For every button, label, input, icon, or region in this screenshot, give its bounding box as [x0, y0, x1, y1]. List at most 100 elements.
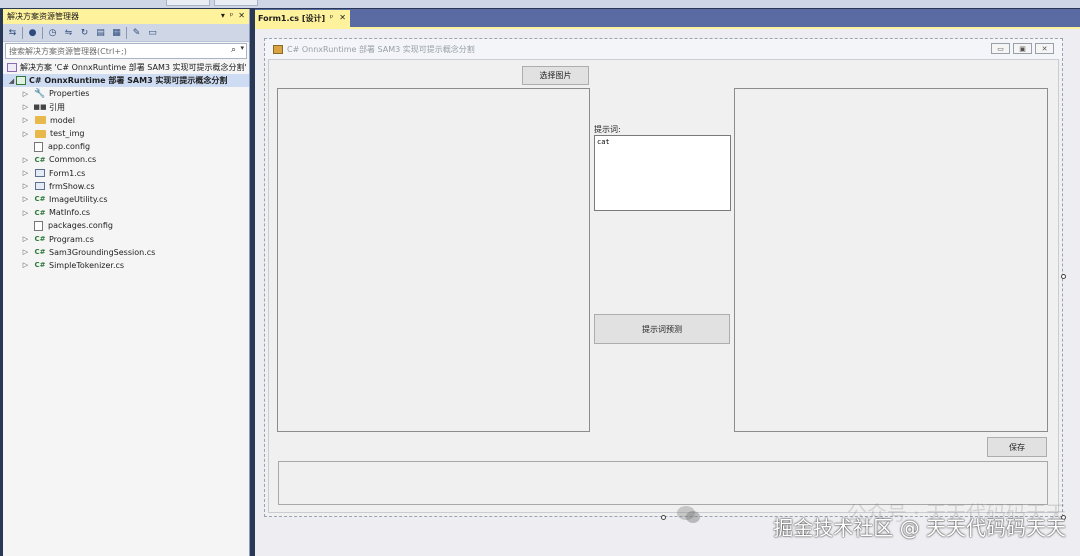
tree-item-label: packages.config [48, 221, 113, 231]
toolbar-separator [22, 26, 23, 39]
tree-item-label: MatInfo.cs [49, 208, 91, 218]
search-placeholder: 搜索解决方案资源管理器(Ctrl+;) [9, 46, 127, 56]
expand-arrow-icon[interactable]: ▷ [21, 130, 30, 138]
close-tab-icon[interactable]: ✕ [339, 13, 346, 22]
source-image-box [277, 88, 590, 432]
solution-tree: 解决方案 'C# OnnxRuntime 部署 SAM3 实现可提示概念分割' … [3, 61, 249, 272]
prompt-predict-button[interactable]: 提示词预测 [594, 314, 730, 344]
form-title-bar: C# OnnxRuntime 部署 SAM3 实现可提示概念分割 ▭ ▣ ✕ [265, 39, 1062, 59]
expand-arrow-icon[interactable]: ▷ [21, 235, 30, 243]
expand-arrow-icon[interactable]: ▷ [21, 195, 30, 203]
csharp-file-icon: C# [34, 248, 46, 257]
close-icon[interactable]: ✕ [1035, 43, 1054, 54]
collapse-all-icon[interactable]: ▤ [94, 26, 107, 39]
search-options-icon[interactable]: ▾ [240, 44, 244, 52]
resize-handle[interactable] [661, 515, 666, 520]
prompt-textbox[interactable]: cat [594, 135, 731, 211]
sync-active-document-icon[interactable]: ⇋ [62, 26, 75, 39]
folder-icon [35, 116, 46, 125]
form-file-icon [35, 169, 45, 178]
form-app-icon [273, 44, 283, 54]
expand-arrow-icon[interactable]: ▷ [21, 169, 30, 177]
watermark-line-2: 掘金技术社区 @ 天天代码码天天 [773, 516, 1066, 540]
pending-changes-filter-icon[interactable]: ◷ [46, 26, 59, 39]
tree-item-label: C# OnnxRuntime 部署 SAM3 实现可提示概念分割 [29, 76, 228, 86]
close-icon[interactable]: ✕ [238, 11, 245, 20]
form-title: C# OnnxRuntime 部署 SAM3 实现可提示概念分割 [287, 44, 475, 54]
dropdown-icon[interactable]: ▾ [221, 11, 225, 20]
folder-icon [35, 129, 46, 138]
tree-item-label: Form1.cs [49, 168, 86, 178]
result-image-box [734, 88, 1048, 432]
expand-arrow-icon[interactable]: ▷ [21, 209, 30, 217]
tab-label: Form1.cs [设计] [258, 14, 326, 23]
solution-search-input[interactable]: 搜索解决方案资源管理器(Ctrl+;) ⌕ ▾ [5, 43, 247, 59]
config-file-icon [34, 141, 43, 152]
tab-form1-designer[interactable]: Form1.cs [设计] ᵖ ✕ [255, 10, 350, 27]
tree-item-imageutility-cs[interactable]: ▷ C# ImageUtility.cs [3, 193, 249, 206]
tree-item-simpletokenizer-cs[interactable]: ▷ C# SimpleTokenizer.cs [3, 259, 249, 272]
wrench-icon: 🔧 [34, 88, 46, 99]
solution-explorer-title-bar: 解决方案资源管理器 ▾ ᵖ ✕ [3, 9, 249, 24]
tree-item-packages-config[interactable]: packages.config [3, 219, 249, 232]
save-button[interactable]: 保存 [987, 437, 1047, 457]
expand-arrow-icon[interactable]: ▷ [21, 116, 30, 124]
toolbar-separator [42, 26, 43, 39]
tree-item-label: model [50, 115, 75, 125]
csharp-file-icon: C# [34, 155, 46, 164]
tree-item-form1-cs[interactable]: ▷ Form1.cs [3, 167, 249, 180]
expand-arrow-icon[interactable]: ▷ [21, 261, 30, 269]
document-tab-bar: Form1.cs [设计] ᵖ ✕ [255, 9, 1080, 27]
tree-item-label: SimpleTokenizer.cs [49, 260, 125, 270]
csharp-project-icon [16, 76, 26, 86]
wechat-logo-icon [677, 506, 700, 523]
tree-item-test-img[interactable]: ▷ test_img [3, 127, 249, 140]
tree-item-label: 解决方案 'C# OnnxRuntime 部署 SAM3 实现可提示概念分割' [20, 63, 247, 73]
show-all-files-icon[interactable]: ▦ [110, 26, 123, 39]
expand-arrow-icon[interactable]: ▷ [21, 156, 30, 164]
tree-item-program-cs[interactable]: ▷ C# Program.cs [3, 232, 249, 245]
properties-wrench-icon[interactable]: ✎ [130, 26, 143, 39]
csharp-file-icon: C# [34, 208, 46, 217]
tree-item-label: test_img [50, 129, 85, 139]
collapse-arrow-icon[interactable]: ◢ [7, 77, 16, 85]
tree-item-references[interactable]: ▷ ■■ 引用 [3, 101, 249, 114]
github-icon[interactable]: ● [26, 26, 39, 39]
tree-item-label: frmShow.cs [49, 181, 95, 191]
csharp-file-icon: C# [34, 235, 46, 244]
tree-item-label: Program.cs [49, 234, 94, 244]
search-icon[interactable]: ⌕ [231, 45, 236, 55]
pin-icon[interactable]: ᵖ [330, 13, 333, 22]
tree-item-matinfo-cs[interactable]: ▷ C# MatInfo.cs [3, 206, 249, 219]
tree-item-label: app.config [48, 142, 91, 152]
tree-item-common-cs[interactable]: ▷ C# Common.cs [3, 153, 249, 166]
expand-arrow-icon[interactable]: ▷ [21, 90, 30, 98]
select-image-button[interactable]: 选择图片 [522, 66, 589, 85]
preview-icon[interactable]: ▭ [146, 26, 159, 39]
tree-item-frmshow-cs[interactable]: ▷ frmShow.cs [3, 180, 249, 193]
tree-item-project[interactable]: ◢ C# OnnxRuntime 部署 SAM3 实现可提示概念分割 [3, 74, 249, 88]
expand-arrow-icon[interactable]: ▷ [21, 103, 30, 111]
resize-handle[interactable] [1061, 274, 1066, 279]
solution-explorer-title: 解决方案资源管理器 [7, 12, 79, 21]
tree-item-sam3groundingsession-cs[interactable]: ▷ C# Sam3GroundingSession.cs [3, 246, 249, 259]
tree-item-properties[interactable]: ▷ 🔧 Properties [3, 87, 249, 100]
tree-item-label: Common.cs [49, 155, 97, 165]
tree-item-label: 引用 [49, 102, 65, 112]
expand-arrow-icon[interactable]: ▷ [21, 182, 30, 190]
tree-item-label: Sam3GroundingSession.cs [49, 247, 156, 257]
switch-views-icon[interactable]: ⇆ [6, 26, 19, 39]
config-file-icon [34, 220, 43, 231]
tree-item-model[interactable]: ▷ model [3, 114, 249, 127]
top-toolbar-strip [0, 0, 1080, 8]
toolbar-separator [126, 26, 127, 39]
tree-item-label: ImageUtility.cs [49, 194, 108, 204]
tree-item-app-config[interactable]: app.config [3, 140, 249, 153]
pin-icon[interactable]: ᵖ [230, 11, 233, 20]
minimize-icon[interactable]: ▭ [991, 43, 1010, 54]
expand-arrow-icon[interactable]: ▷ [21, 248, 30, 256]
csharp-file-icon: C# [34, 261, 46, 270]
refresh-icon[interactable]: ↻ [78, 26, 91, 39]
maximize-icon[interactable]: ▣ [1013, 43, 1032, 54]
tree-item-solution[interactable]: 解决方案 'C# OnnxRuntime 部署 SAM3 实现可提示概念分割' [3, 61, 249, 74]
